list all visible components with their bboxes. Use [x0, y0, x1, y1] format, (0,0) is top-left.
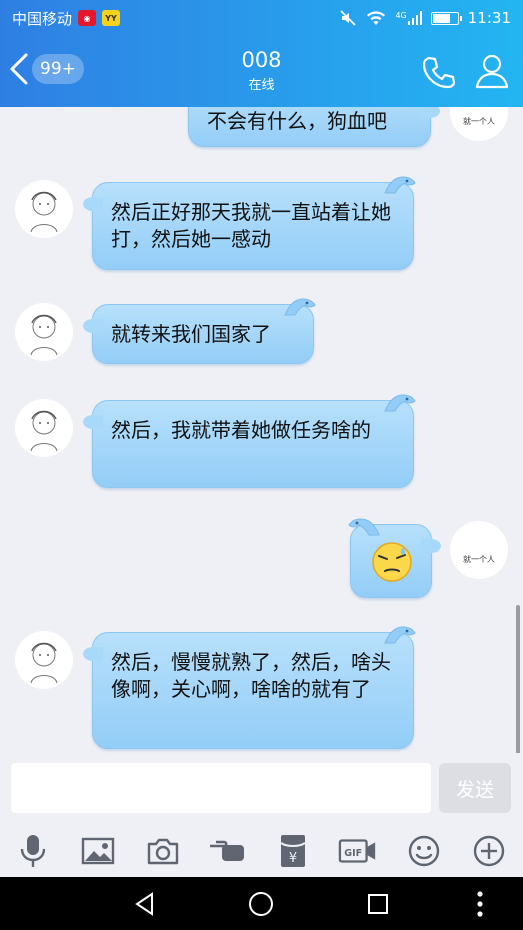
friend-avatar[interactable] — [15, 180, 73, 238]
image-icon — [81, 837, 115, 865]
send-button[interactable]: 发送 — [439, 763, 511, 813]
circle-home-icon — [249, 892, 273, 916]
carrier-name: 中国移动 — [12, 9, 73, 28]
phone-icon — [422, 56, 456, 89]
friend-avatar[interactable] — [15, 303, 73, 361]
gif-label: GIF — [344, 848, 362, 859]
square-recents-icon — [368, 894, 388, 914]
sketch-boy-avatar-icon — [30, 191, 58, 233]
message-text: 不会有什么，狗血吧 — [207, 109, 387, 133]
triangle-back-icon — [135, 892, 153, 916]
status-bar: 中国移动 ◉ YY 4G 11:31 — [0, 0, 523, 36]
scrollbar[interactable] — [516, 605, 520, 753]
message-text: 然后，我就带着她做任务啥的 — [111, 418, 371, 442]
microphone-icon — [20, 835, 46, 867]
gif-button[interactable]: GIF — [338, 831, 378, 871]
whale-tail-icon — [348, 518, 380, 536]
message-bubble[interactable]: 然后，慢慢就熟了，然后，啥头像啊，关心啊，啥啥的就有了 — [83, 626, 416, 749]
sketch-boy-avatar-icon — [30, 642, 58, 684]
signal-icon — [407, 11, 422, 25]
emoji-button[interactable] — [404, 831, 444, 871]
wifi-icon — [367, 11, 386, 25]
red-packet-button[interactable]: ¥ — [273, 831, 313, 871]
nav-back-button[interactable] — [130, 889, 160, 919]
battery-icon — [430, 11, 462, 25]
network-type: 4G — [395, 11, 407, 20]
avatar-caption: 就一个人 — [463, 116, 495, 126]
whale-tail-icon — [384, 176, 416, 194]
sketch-boy-avatar-icon — [30, 314, 58, 356]
input-bar: 发送 — [0, 753, 523, 825]
nav-home-button[interactable] — [246, 889, 276, 919]
whale-tail-icon — [284, 298, 316, 316]
message-text: 然后正好那天我就一直站着让她打，然后她一感动 — [111, 200, 391, 251]
message-bubble[interactable]: 就转来我们国家了 — [83, 298, 316, 364]
nav-menu-button[interactable] — [465, 889, 495, 919]
plus-button[interactable] — [469, 831, 509, 871]
camera-button[interactable] — [143, 831, 183, 871]
message-bubble[interactable] — [348, 518, 441, 598]
self-avatar[interactable]: 就一个人 — [450, 107, 508, 141]
message-text: 就转来我们国家了 — [111, 322, 271, 346]
clock: 11:31 — [467, 9, 511, 27]
poke-button[interactable] — [208, 831, 248, 871]
yy-icon: YY — [102, 10, 121, 26]
camera-icon — [147, 838, 179, 865]
self-avatar[interactable]: 就一个人 — [450, 521, 508, 579]
whale-tail-icon — [384, 626, 416, 644]
vertical-dots-icon — [477, 891, 483, 917]
message-bubble[interactable]: 然后，我就带着她做任务啥的 — [83, 394, 416, 488]
message-input[interactable] — [11, 763, 431, 813]
emoji-icon — [408, 835, 440, 867]
mute-icon — [340, 10, 357, 26]
weibo-icon: ◉ — [78, 10, 97, 26]
message-bubble[interactable]: 然后正好那天我就一直站着让她打，然后她一感动 — [83, 176, 416, 270]
image-button[interactable] — [78, 831, 118, 871]
message-text: 然后，慢慢就熟了，然后，啥头像啊，关心啊，啥啥的就有了 — [111, 650, 391, 701]
chat-area[interactable]: 不会有什么，狗血吧 就一个人 然后正好那天我就一直站着让她打，然后她一感动 就转… — [0, 107, 523, 753]
whale-tail-icon — [384, 394, 416, 412]
poke-icon — [210, 840, 244, 861]
call-button[interactable] — [420, 53, 458, 95]
message-bubble[interactable]: 不会有什么，狗血吧 — [188, 107, 440, 147]
friend-avatar[interactable] — [15, 399, 73, 457]
person-icon — [475, 54, 509, 89]
red-packet-icon: ¥ — [280, 835, 306, 867]
gif-icon: GIF — [338, 839, 376, 863]
chat-toolbar: ¥ GIF — [0, 825, 523, 877]
plus-icon — [473, 835, 505, 867]
friend-avatar[interactable] — [15, 631, 73, 689]
profile-button[interactable] — [474, 52, 510, 94]
nav-recents-button[interactable] — [363, 889, 393, 919]
microphone-button[interactable] — [13, 831, 53, 871]
sweat-smile-emoji-icon — [372, 542, 412, 582]
android-nav-bar — [0, 877, 523, 930]
avatar-caption: 就一个人 — [463, 554, 495, 564]
yuan-label: ¥ — [289, 851, 297, 866]
chat-header: 99+ 008 在线 — [0, 36, 523, 107]
sketch-boy-avatar-icon — [30, 410, 58, 452]
